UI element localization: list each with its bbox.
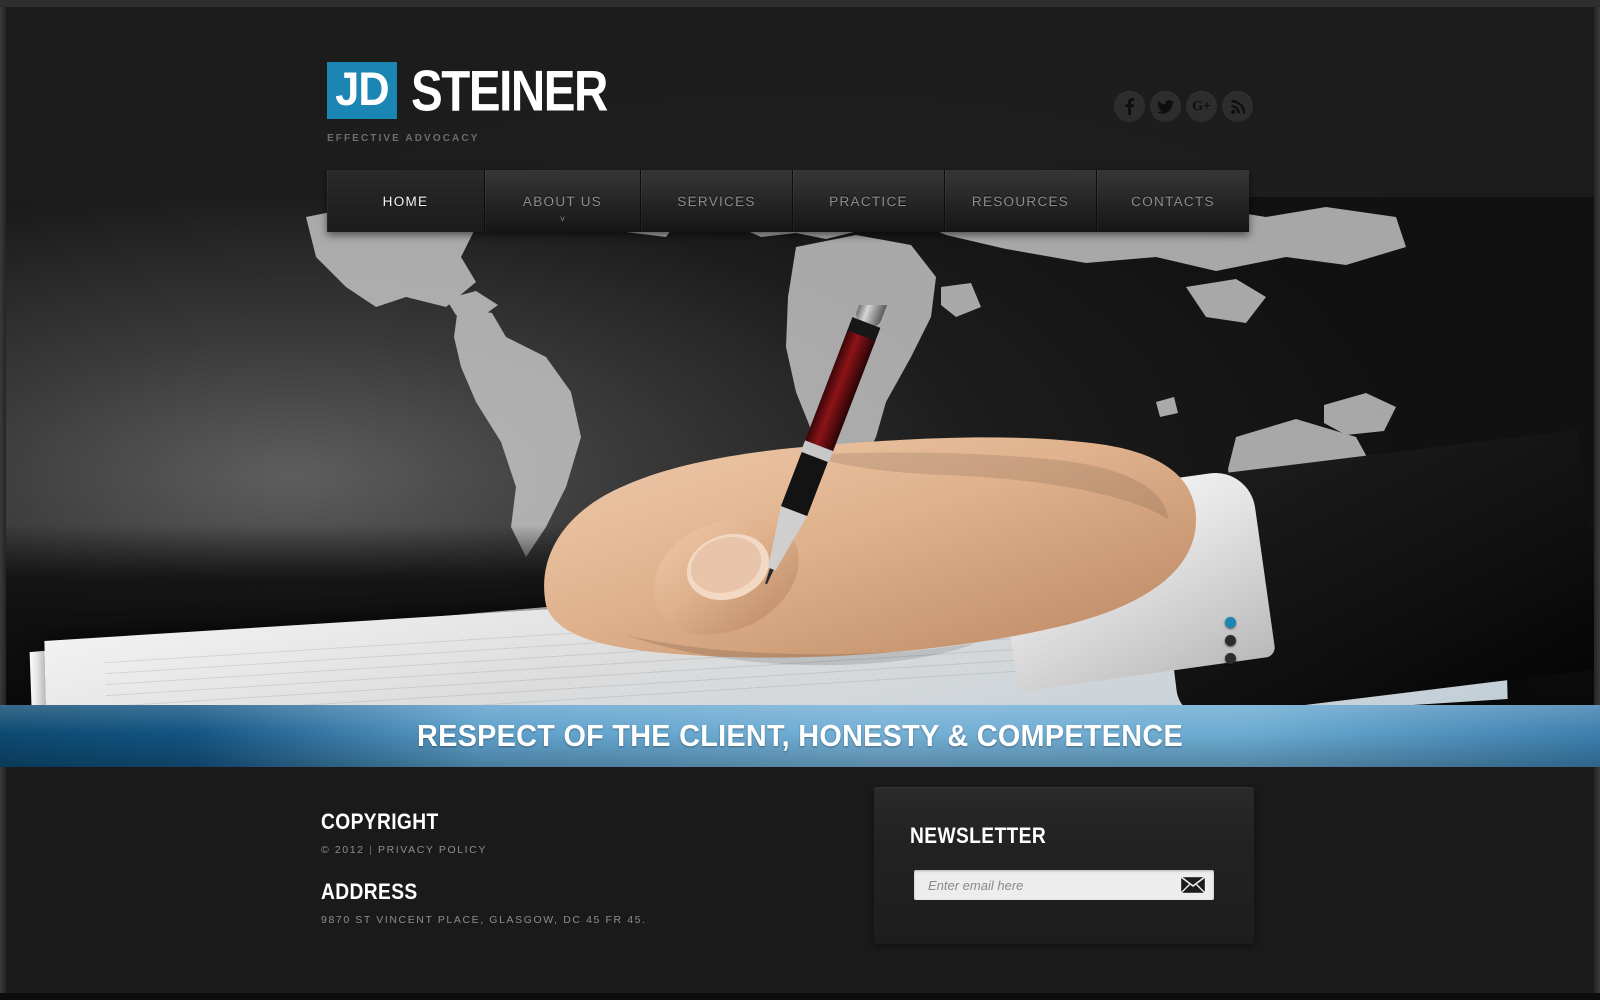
copyright-year: © 2012 bbox=[321, 844, 365, 856]
privacy-policy-link[interactable]: PRIVACY POLICY bbox=[378, 844, 487, 856]
nav-item-label: ABOUT US bbox=[522, 193, 603, 209]
newsletter-submit-button[interactable] bbox=[1172, 870, 1214, 900]
logo-badge: JD bbox=[327, 62, 398, 119]
slider-dot-3[interactable] bbox=[1225, 653, 1236, 664]
envelope-icon bbox=[1180, 876, 1206, 894]
nav-item-label: RESOURCES bbox=[971, 193, 1070, 209]
nav-item-services[interactable]: SERVICES bbox=[641, 170, 793, 232]
newsletter-panel: NEWSLETTER bbox=[874, 787, 1254, 944]
banner-text: RESPECT OF THE CLIENT, HONESTY & COMPETE… bbox=[417, 718, 1183, 753]
logo-tagline: EFFECTIVE ADVOCACY bbox=[327, 133, 480, 144]
footer-inner: COPYRIGHT © 2012 | PRIVACY POLICY ADDRES… bbox=[6, 767, 1594, 993]
site-footer: COPYRIGHT © 2012 | PRIVACY POLICY ADDRES… bbox=[6, 767, 1594, 993]
tagline-banner: RESPECT OF THE CLIENT, HONESTY & COMPETE… bbox=[0, 705, 1600, 767]
google-plus-icon[interactable]: G+ bbox=[1186, 91, 1217, 122]
logo-wordmark: STEINER bbox=[411, 58, 608, 123]
site-header: JD STEINER EFFECTIVE ADVOCACY G+ HOME ABO… bbox=[6, 7, 1594, 232]
chevron-down-icon: ˅ bbox=[559, 214, 566, 224]
newsletter-email-input[interactable] bbox=[914, 870, 1172, 900]
hero-slider bbox=[6, 197, 1594, 705]
slider-dot-1[interactable] bbox=[1225, 617, 1236, 628]
nav-item-label: PRACTICE bbox=[829, 193, 908, 209]
nav-item-label: HOME bbox=[382, 193, 429, 209]
logo-row: JD STEINER bbox=[327, 62, 617, 119]
nav-item-label: SERVICES bbox=[677, 193, 756, 209]
twitter-icon[interactable] bbox=[1150, 91, 1181, 122]
footer-info-column: COPYRIGHT © 2012 | PRIVACY POLICY ADDRES… bbox=[321, 810, 801, 926]
page-right-rail bbox=[1594, 7, 1600, 1000]
main-navigation: HOME ABOUT US ˅ SERVICES PRACTICE RESOURCES CO… bbox=[327, 170, 1249, 232]
site-logo[interactable]: JD STEINER EFFECTIVE ADVOCACY bbox=[327, 62, 617, 144]
nav-item-label: CONTACTS bbox=[1131, 193, 1215, 209]
page-bottom-edge bbox=[0, 993, 1600, 1000]
nav-item-practice[interactable]: PRACTICE bbox=[793, 170, 945, 232]
address-heading: ADDRESS bbox=[321, 880, 418, 905]
social-links: G+ bbox=[1114, 91, 1253, 122]
nav-item-home[interactable]: HOME bbox=[327, 170, 485, 232]
address-text: 9870 ST VINCENT PLACE, GLASGOW, DC 45 FR… bbox=[321, 914, 647, 926]
browser-chrome-edge bbox=[0, 0, 1600, 7]
address-block: ADDRESS 9870 ST VINCENT PLACE, GLASGOW, … bbox=[321, 880, 801, 926]
slider-dot-2[interactable] bbox=[1225, 635, 1236, 646]
nav-item-resources[interactable]: RESOURCES bbox=[945, 170, 1097, 232]
hero-slider-dots bbox=[1225, 617, 1236, 664]
newsletter-title: NEWSLETTER bbox=[910, 824, 1047, 849]
copyright-separator: | bbox=[364, 844, 378, 856]
page-root: JD STEINER EFFECTIVE ADVOCACY G+ HOME ABO… bbox=[0, 0, 1600, 1000]
newsletter-form bbox=[914, 870, 1214, 900]
copyright-line: © 2012 | PRIVACY POLICY bbox=[321, 844, 801, 856]
facebook-icon[interactable] bbox=[1114, 91, 1145, 122]
nav-item-contacts[interactable]: CONTACTS bbox=[1097, 170, 1249, 232]
copyright-heading: COPYRIGHT bbox=[321, 810, 439, 835]
nav-item-about-us[interactable]: ABOUT US ˅ bbox=[485, 170, 641, 232]
hero-hand-with-pen-photo bbox=[506, 305, 1336, 705]
rss-icon[interactable] bbox=[1222, 91, 1253, 122]
